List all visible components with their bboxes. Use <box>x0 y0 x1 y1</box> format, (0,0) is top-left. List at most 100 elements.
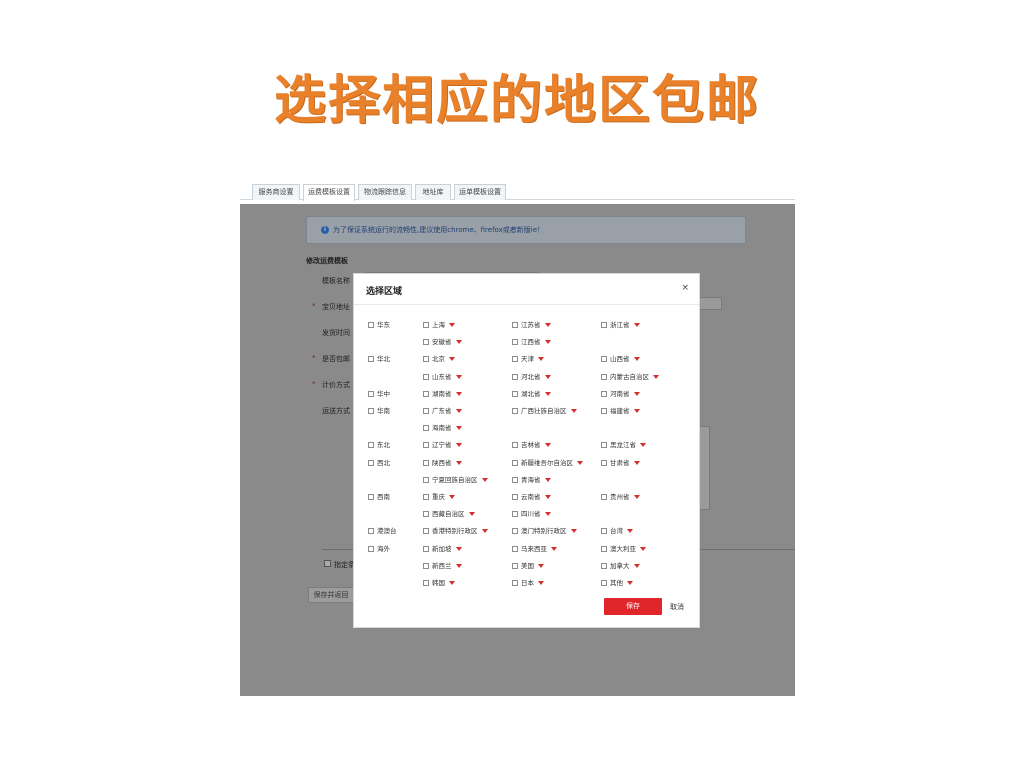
region-checkbox[interactable]: 华东 <box>368 321 390 330</box>
checkbox-icon[interactable] <box>368 528 374 535</box>
province-checkbox[interactable]: 日本 <box>512 579 544 588</box>
region-checkbox[interactable]: 西北 <box>368 459 390 468</box>
checkbox-icon[interactable] <box>423 476 429 483</box>
caret-down-icon[interactable] <box>544 340 551 345</box>
province-checkbox[interactable]: 安徽省 <box>423 338 462 347</box>
checkbox-icon[interactable] <box>423 425 429 432</box>
province-checkbox[interactable]: 广西壮族自治区 <box>512 407 577 416</box>
tab-shipping-template[interactable]: 运费模板设置 <box>303 184 355 201</box>
checkbox-icon[interactable] <box>601 322 607 328</box>
checkbox-icon[interactable] <box>512 511 518 518</box>
caret-down-icon[interactable] <box>449 323 455 327</box>
caret-down-icon[interactable] <box>481 529 488 534</box>
caret-down-icon[interactable] <box>577 460 583 465</box>
checkbox-icon[interactable] <box>601 442 607 449</box>
province-checkbox[interactable]: 云南省 <box>512 493 551 502</box>
province-checkbox[interactable]: 马来西亚 <box>512 545 557 554</box>
save-return-button[interactable]: 保存并返回 <box>308 587 354 603</box>
province-checkbox[interactable]: 贵州省 <box>601 493 640 502</box>
checkbox-icon[interactable] <box>601 494 607 500</box>
caret-down-icon[interactable] <box>633 495 640 499</box>
checkbox-icon[interactable] <box>512 494 518 500</box>
province-checkbox[interactable]: 山东省 <box>423 373 462 382</box>
province-checkbox[interactable]: 新加坡 <box>423 545 462 554</box>
checkbox-icon[interactable] <box>368 390 374 397</box>
region-checkbox[interactable]: 西南 <box>368 493 390 502</box>
province-checkbox[interactable]: 湖南省 <box>423 390 462 399</box>
caret-down-icon[interactable] <box>570 529 577 534</box>
province-checkbox[interactable]: 河南省 <box>601 390 640 399</box>
checkbox-icon[interactable] <box>423 494 429 500</box>
checkbox-icon[interactable] <box>423 390 429 397</box>
checkbox-icon[interactable] <box>512 373 518 380</box>
province-checkbox[interactable]: 台湾 <box>601 527 633 536</box>
province-checkbox[interactable]: 黑龙江省 <box>601 441 646 450</box>
province-checkbox[interactable]: 韩国 <box>423 579 455 588</box>
caret-down-icon[interactable] <box>544 391 551 396</box>
caret-down-icon[interactable] <box>633 563 640 568</box>
province-checkbox[interactable]: 河北省 <box>512 373 551 382</box>
checkbox-icon[interactable] <box>423 459 429 466</box>
province-checkbox[interactable]: 吉林省 <box>512 441 551 450</box>
caret-down-icon[interactable] <box>544 512 551 517</box>
caret-down-icon[interactable] <box>633 357 640 362</box>
province-checkbox[interactable]: 重庆 <box>423 493 455 502</box>
checkbox-icon[interactable] <box>601 356 607 363</box>
caret-down-icon[interactable] <box>653 374 659 379</box>
province-checkbox[interactable]: 澳大利亚 <box>601 545 646 554</box>
checkbox-icon[interactable] <box>601 528 607 535</box>
checkbox-icon[interactable] <box>512 322 518 328</box>
province-checkbox[interactable]: 新西兰 <box>423 562 462 571</box>
checkbox-icon[interactable] <box>601 580 607 586</box>
tab-service-settings[interactable]: 服务商设置 <box>252 184 300 200</box>
tab-waybill-template[interactable]: 运单模板设置 <box>454 184 506 200</box>
province-checkbox[interactable]: 宁夏回族自治区 <box>423 476 488 485</box>
checkbox-icon[interactable] <box>368 322 374 328</box>
cancel-button[interactable]: 取消 <box>670 602 684 612</box>
checkbox-icon[interactable] <box>423 545 429 552</box>
caret-down-icon[interactable] <box>455 443 462 448</box>
region-checkbox[interactable]: 华南 <box>368 407 390 416</box>
caret-down-icon[interactable] <box>455 563 462 568</box>
caret-down-icon[interactable] <box>538 581 544 585</box>
tab-address-book[interactable]: 地址库 <box>415 184 451 200</box>
caret-down-icon[interactable] <box>538 357 544 362</box>
caret-down-icon[interactable] <box>544 374 551 379</box>
checkbox-icon[interactable] <box>423 562 429 569</box>
checkbox-icon[interactable] <box>601 545 607 552</box>
caret-down-icon[interactable] <box>455 426 462 431</box>
caret-down-icon[interactable] <box>455 409 462 413</box>
caret-down-icon[interactable] <box>544 443 551 448</box>
checkbox-icon[interactable] <box>368 442 374 449</box>
caret-down-icon[interactable] <box>640 443 646 448</box>
checkbox-icon[interactable] <box>512 356 518 363</box>
region-checkbox[interactable]: 海外 <box>368 545 390 554</box>
caret-down-icon[interactable] <box>449 495 455 499</box>
caret-down-icon[interactable] <box>455 546 462 551</box>
province-checkbox[interactable]: 山西省 <box>601 355 640 364</box>
checkbox-icon[interactable] <box>512 562 518 569</box>
caret-down-icon[interactable] <box>449 581 455 585</box>
checkbox-icon[interactable] <box>423 356 429 363</box>
province-checkbox[interactable]: 美国 <box>512 562 544 571</box>
caret-down-icon[interactable] <box>544 477 551 482</box>
province-checkbox[interactable]: 陕西省 <box>423 459 462 468</box>
caret-down-icon[interactable] <box>455 340 462 345</box>
checkbox-icon[interactable] <box>601 562 607 569</box>
checkbox-icon[interactable] <box>423 528 429 535</box>
province-checkbox[interactable]: 香港特别行政区 <box>423 527 488 536</box>
caret-down-icon[interactable] <box>627 581 633 585</box>
checkbox-icon[interactable] <box>368 356 374 363</box>
checkbox-icon[interactable] <box>601 408 607 414</box>
caret-down-icon[interactable] <box>633 323 640 327</box>
caret-down-icon[interactable] <box>570 409 577 413</box>
caret-down-icon[interactable] <box>640 546 646 551</box>
checkbox-icon[interactable] <box>512 580 518 586</box>
caret-down-icon[interactable] <box>449 357 455 362</box>
checkbox-icon[interactable] <box>423 339 429 346</box>
checkbox-icon[interactable] <box>601 459 607 466</box>
caret-down-icon[interactable] <box>633 460 640 465</box>
checkbox-icon[interactable] <box>368 408 374 414</box>
checkbox-icon[interactable] <box>512 390 518 397</box>
province-checkbox[interactable]: 甘肃省 <box>601 459 640 468</box>
